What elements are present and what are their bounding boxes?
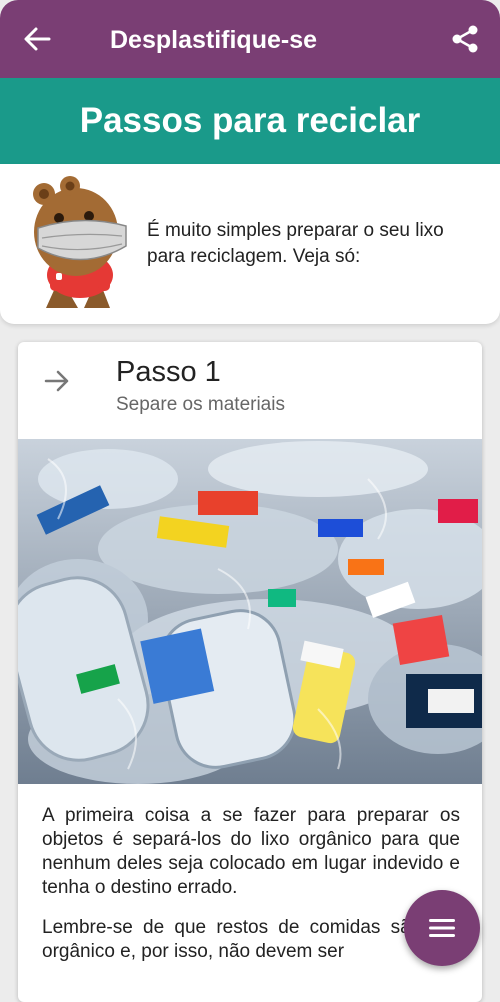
app-bar: Desplastifique-se [0, 0, 500, 78]
menu-fab-button[interactable] [404, 890, 480, 966]
step-title: Passo 1 [116, 356, 221, 388]
section-banner: Passos para reciclar [0, 78, 500, 164]
arrow-left-icon[interactable] [22, 24, 52, 54]
arrow-right-icon [44, 370, 69, 392]
banner-title: Passos para reciclar [79, 101, 421, 140]
step-paragraph: Lembre-se de que restos de comidas são l… [42, 917, 460, 962]
intro-card: É muito simples preparar o seu lixo para… [0, 164, 500, 324]
share-icon[interactable] [450, 24, 480, 54]
step-paragraph: A primeira coisa a se fazer para prepara… [42, 805, 460, 898]
menu-icon [429, 919, 455, 937]
masked-mascot [33, 176, 127, 308]
app-title: Desplastifique-se [110, 26, 318, 54]
plastic-bottles-photo [18, 439, 482, 784]
step-subtitle: Separe os materiais [116, 394, 285, 415]
intro-text: É muito simples preparar o seu lixo para… [147, 220, 444, 267]
step-body: A primeira coisa a se fazer para prepara… [42, 804, 460, 980]
